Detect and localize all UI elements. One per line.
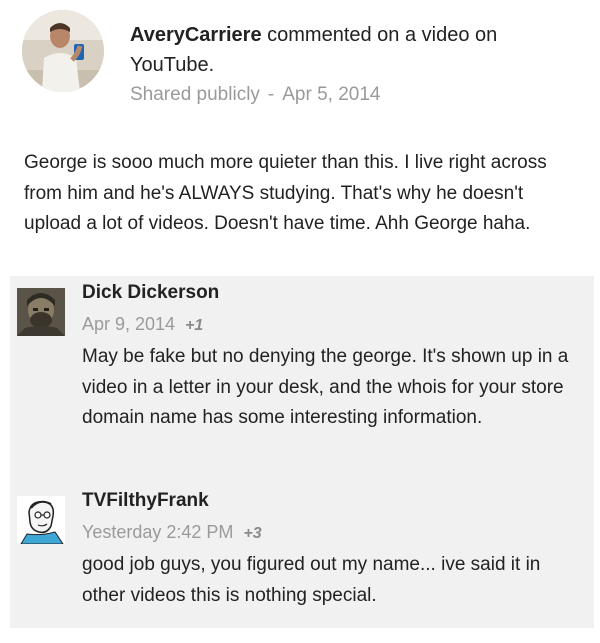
commenter-avatar[interactable] — [17, 496, 65, 544]
commenter-name[interactable]: TVFilthyFrank — [82, 490, 209, 512]
author-avatar-image — [22, 10, 104, 92]
comment-meta: Yesterday 2:42 PM +3 — [82, 522, 262, 543]
commenter-avatar-image — [17, 288, 65, 336]
comment-item: TVFilthyFrank Yesterday 2:42 PM +3 good j… — [10, 484, 594, 628]
post-author-line: AveryCarriere commented on a video on Yo… — [130, 20, 580, 80]
comment-text: good job guys, you figured out my name..… — [82, 554, 541, 606]
commenter-avatar-image — [17, 496, 65, 544]
meta-separator: - — [267, 84, 275, 105]
comments-section: Dick Dickerson Apr 9, 2014 +1 May be fake… — [10, 276, 594, 628]
post-meta: Shared publicly - Apr 5, 2014 — [130, 84, 381, 106]
comment-text: May be fake but no denying the george. I… — [82, 346, 569, 428]
comment-date[interactable]: Yesterday 2:42 PM — [82, 522, 233, 542]
visibility-label[interactable]: Shared publicly — [130, 84, 260, 105]
comment-date[interactable]: Apr 9, 2014 — [82, 314, 175, 334]
plus-one-count[interactable]: +3 — [243, 525, 261, 542]
plus-one-count[interactable]: +1 — [185, 317, 203, 334]
comment-item: Dick Dickerson Apr 9, 2014 +1 May be fake… — [10, 276, 594, 476]
post-body-text: George is sooo much more quieter than th… — [24, 152, 547, 234]
post-header: AveryCarriere commented on a video on Yo… — [0, 0, 600, 140]
post-author-name[interactable]: AveryCarriere — [130, 24, 262, 46]
commenter-avatar[interactable] — [17, 288, 65, 336]
author-avatar[interactable] — [22, 10, 104, 92]
comment-meta: Apr 9, 2014 +1 — [82, 314, 203, 335]
commenter-name[interactable]: Dick Dickerson — [82, 282, 219, 304]
post-date[interactable]: Apr 5, 2014 — [282, 84, 380, 105]
